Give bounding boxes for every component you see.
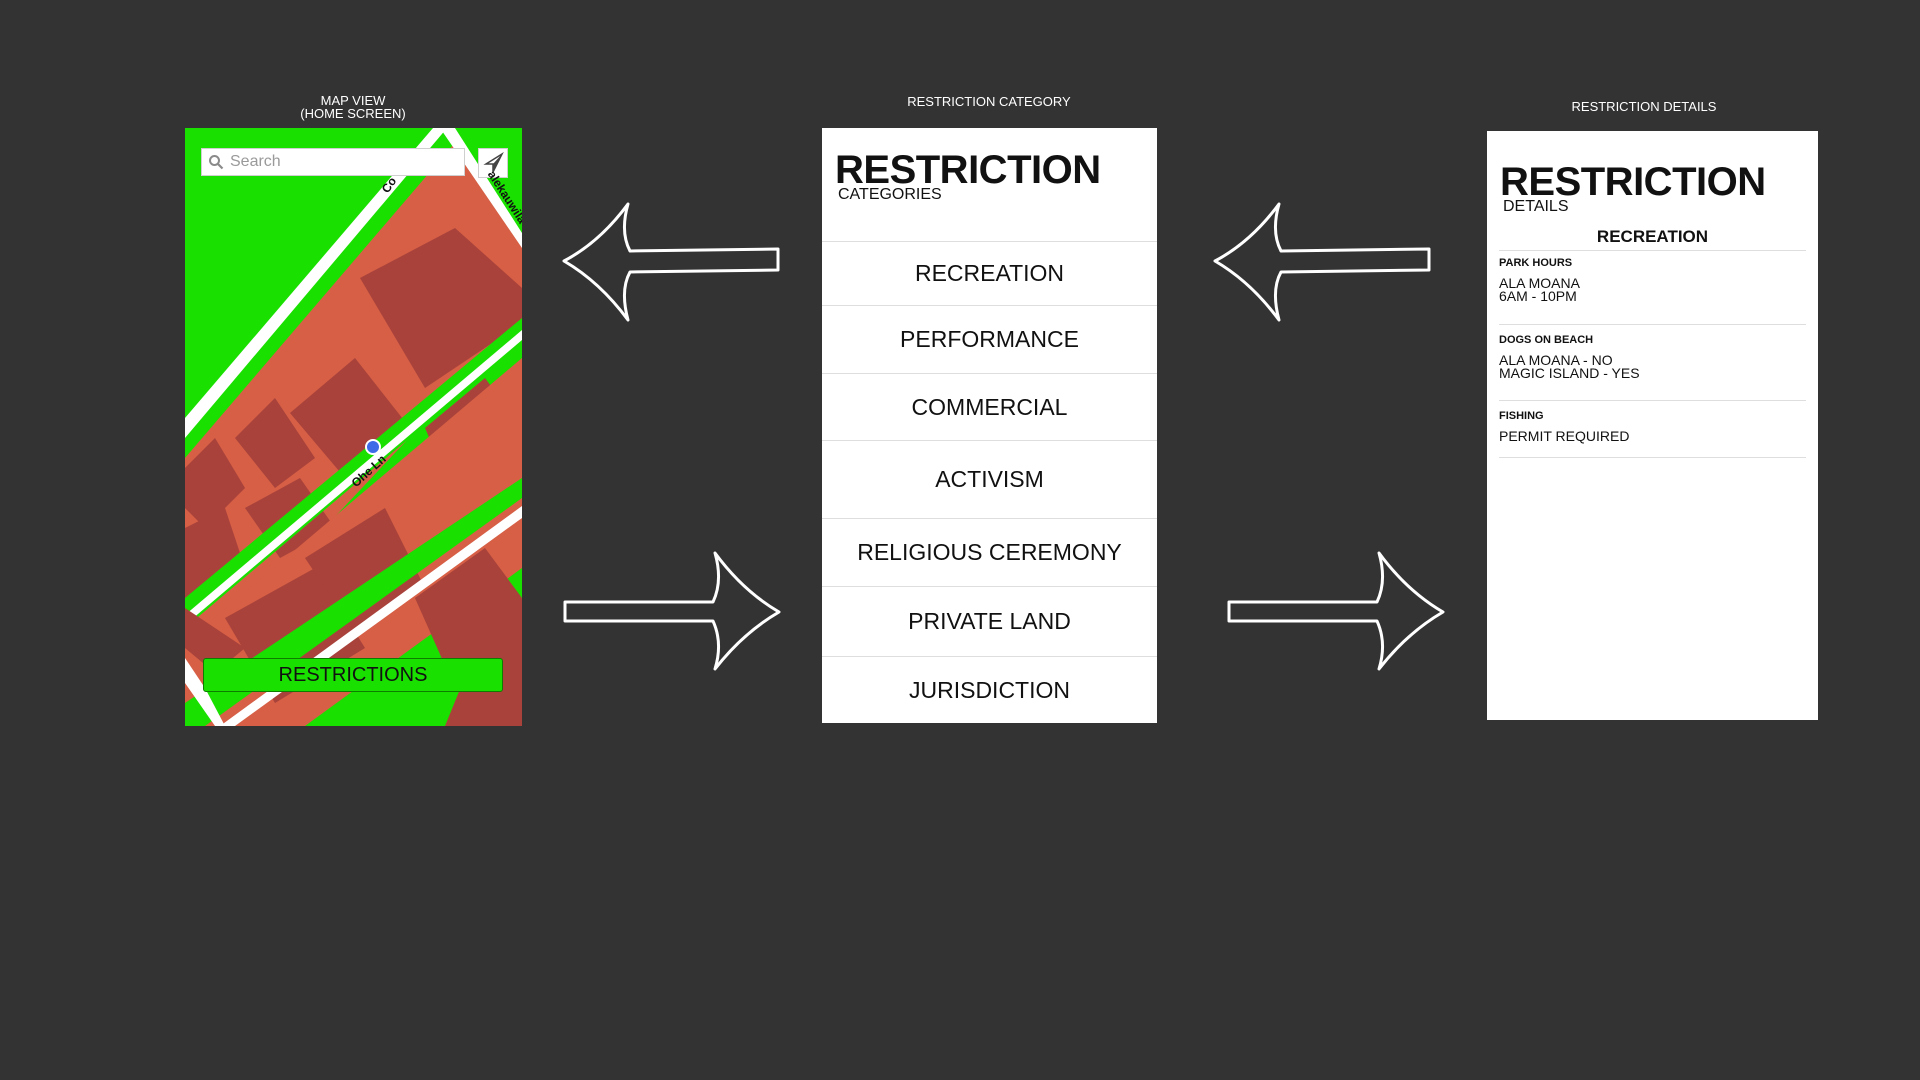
category-item-recreation[interactable]: RECREATION [822, 241, 1157, 305]
restriction-category-caption: RESTRICTION CATEGORY [907, 94, 1071, 109]
category-item-jurisdiction[interactable]: JURISDICTION [822, 656, 1157, 723]
section-heading: DOGS ON BEACH [1499, 334, 1594, 346]
details-section-dogs-on-beach: DOGS ON BEACH ALA MOANA - NO MAGIC ISLAN… [1499, 334, 1806, 401]
section-heading: FISHING [1499, 410, 1544, 422]
map-canvas[interactable] [185, 128, 522, 726]
search-input[interactable]: Search [201, 148, 465, 176]
current-location-marker [365, 439, 381, 455]
details-category-heading: RECREATION [1499, 227, 1806, 251]
category-item-activism[interactable]: ACTIVISM [822, 440, 1157, 518]
restriction-details-screen: RESTRICTION DETAILS RECREATION PARK HOUR… [1487, 131, 1818, 720]
category-item-private-land[interactable]: PRIVATE LAND [822, 586, 1157, 656]
restrictions-button[interactable]: RESTRICTIONS [203, 658, 503, 692]
restriction-details-caption: RESTRICTION DETAILS [1571, 99, 1717, 114]
category-item-religious-ceremony[interactable]: RELIGIOUS CEREMONY [822, 518, 1157, 586]
category-page-subtitle: CATEGORIES [838, 186, 942, 203]
section-heading: PARK HOURS [1499, 257, 1573, 269]
search-placeholder: Search [230, 153, 281, 170]
restriction-category-screen: RESTRICTION CATEGORIES RECREATION PERFOR… [822, 128, 1157, 723]
section-line: 6AM - 10PM [1499, 288, 1577, 304]
arrow-left-icon [1213, 202, 1431, 322]
details-page-title: RESTRICTION [1500, 160, 1766, 204]
details-section-fishing: FISHING PERMIT REQUIRED [1499, 410, 1806, 458]
details-section-park-hours: PARK HOURS ALA MOANA 6AM - 10PM [1499, 257, 1806, 325]
section-line: MAGIC ISLAND - YES [1499, 365, 1640, 381]
section-line: PERMIT REQUIRED [1499, 428, 1630, 444]
arrow-left-icon [562, 202, 780, 322]
map-view-screen: Search Co alekauwila Ohe Ln RESTRICTIONS [185, 128, 522, 726]
category-item-commercial[interactable]: COMMERCIAL [822, 373, 1157, 440]
category-item-performance[interactable]: PERFORMANCE [822, 305, 1157, 373]
search-icon [209, 155, 224, 170]
details-page-subtitle: DETAILS [1503, 198, 1569, 215]
arrow-right-icon [563, 551, 781, 671]
arrow-right-icon [1227, 551, 1445, 671]
flow-canvas: MAP VIEW (HOME SCREEN) RESTRICTION CATEG… [0, 0, 1920, 1080]
map-view-caption: MAP VIEW (HOME SCREEN) [300, 93, 406, 121]
category-page-title: RESTRICTION [835, 148, 1101, 192]
